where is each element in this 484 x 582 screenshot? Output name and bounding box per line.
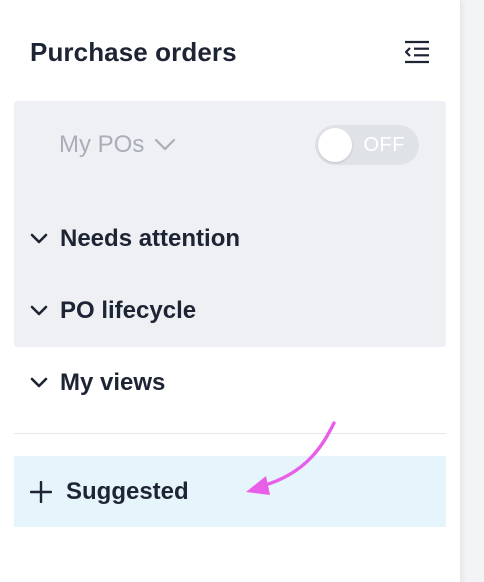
- filter-row: My POs OFF: [59, 124, 419, 166]
- my-pos-dropdown[interactable]: My POs: [59, 131, 176, 159]
- section-needs-attention[interactable]: Needs attention: [30, 221, 240, 257]
- chevron-down-icon: [30, 233, 48, 244]
- toggle-state-label: OFF: [363, 134, 405, 156]
- section-my-views[interactable]: My views: [30, 365, 165, 401]
- section-po-lifecycle[interactable]: PO lifecycle: [30, 293, 196, 329]
- section-label: PO lifecycle: [60, 297, 197, 324]
- divider: [14, 433, 446, 434]
- purchase-orders-panel: Purchase orders My POs OFF Needs attenti…: [0, 0, 461, 582]
- chevron-down-icon: [155, 138, 176, 151]
- collapse-menu-icon: [404, 40, 429, 64]
- page-gutter: [461, 0, 484, 582]
- panel-title: Purchase orders: [30, 36, 237, 67]
- suggested-button[interactable]: Suggested: [14, 456, 446, 527]
- suggested-label: Suggested: [66, 477, 189, 505]
- my-pos-toggle[interactable]: OFF: [315, 125, 419, 165]
- dropdown-label: My POs: [59, 131, 145, 158]
- panel-header: Purchase orders: [30, 36, 432, 68]
- collapse-panel-button[interactable]: [402, 37, 432, 67]
- section-label: Needs attention: [60, 225, 241, 252]
- chevron-down-icon: [30, 305, 48, 316]
- plus-icon: [30, 480, 52, 503]
- suggested-content: Suggested: [30, 478, 189, 506]
- section-label: My views: [60, 369, 166, 396]
- toggle-knob: [318, 128, 352, 162]
- chevron-down-icon: [30, 377, 48, 388]
